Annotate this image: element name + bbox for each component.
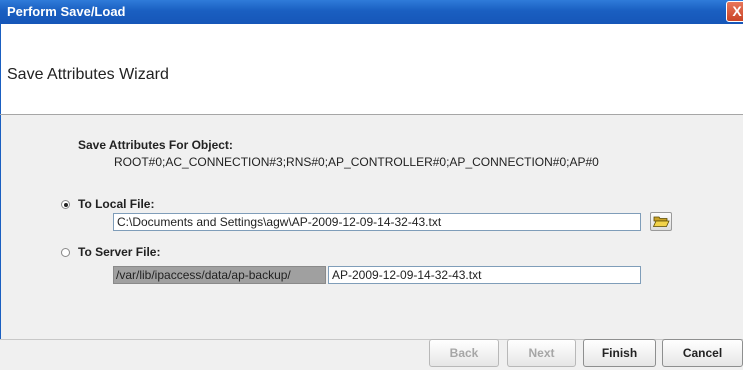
next-button[interactable]: Next — [507, 339, 576, 367]
title-bar: Perform Save/Load X — [0, 0, 743, 24]
local-file-path-input[interactable]: C:\Documents and Settings\agw\AP-2009-12… — [113, 213, 641, 231]
server-file-label: To Server File: — [78, 245, 161, 259]
folder-open-icon — [652, 216, 670, 227]
server-file-radio[interactable] — [61, 248, 70, 257]
close-icon: X — [732, 3, 742, 19]
window-title: Perform Save/Load — [7, 4, 126, 19]
object-path: ROOT#0;AC_CONNECTION#3;RNS#0;AP_CONTROLL… — [114, 155, 599, 169]
finish-button[interactable]: Finish — [583, 339, 656, 367]
back-button[interactable]: Back — [429, 339, 499, 367]
server-path-prefix: /var/lib/ipaccess/data/ap-backup/ — [113, 266, 326, 284]
cancel-button[interactable]: Cancel — [662, 339, 743, 367]
wizard-header: Save Attributes Wizard — [0, 24, 743, 114]
wizard-title: Save Attributes Wizard — [7, 66, 169, 83]
server-file-name-input[interactable]: AP-2009-12-09-14-32-43.txt — [328, 266, 641, 284]
browse-button[interactable] — [650, 212, 672, 231]
local-file-radio[interactable] — [61, 200, 70, 209]
object-heading: Save Attributes For Object: — [78, 138, 233, 152]
close-button[interactable]: X — [726, 1, 743, 22]
local-file-label: To Local File: — [78, 197, 155, 211]
